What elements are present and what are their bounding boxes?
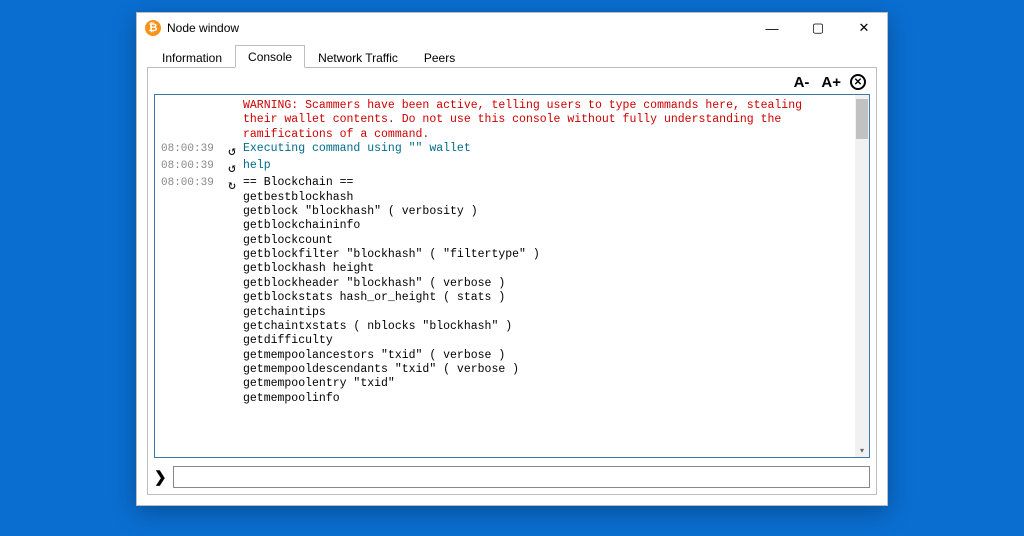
maximize-button[interactable]: ▢ (795, 13, 841, 43)
font-decrease-button[interactable]: A- (791, 75, 813, 90)
window-title: Node window (167, 21, 239, 35)
node-window: ₿ Node window — ▢ ✕ Information Console … (136, 12, 888, 506)
command-input[interactable] (173, 466, 870, 488)
line-text: help (243, 159, 855, 176)
command-bar: ❯ (154, 466, 870, 488)
line-timestamp: 08:00:39 (161, 159, 221, 176)
titlebar: ₿ Node window — ▢ ✕ (137, 13, 887, 43)
console-output: WARNING: Scammers have been active, tell… (154, 94, 870, 458)
line-text: Executing command using "" wallet (243, 142, 855, 159)
minimize-button[interactable]: — (749, 13, 795, 43)
app-icon: ₿ (145, 20, 161, 36)
tabstrip: Information Console Network Traffic Peer… (147, 43, 877, 67)
refresh-icon: ↺ (221, 142, 243, 159)
line-text: WARNING: Scammers have been active, tell… (243, 99, 855, 142)
console-scroll[interactable]: WARNING: Scammers have been active, tell… (155, 95, 869, 457)
console-line: 08:00:39 ↺ Executing command using "" wa… (161, 142, 855, 159)
line-timestamp (161, 99, 221, 142)
refresh-icon: ↻ (221, 176, 243, 406)
scroll-down-icon[interactable]: ▾ (855, 443, 869, 457)
refresh-icon: ↺ (221, 159, 243, 176)
line-timestamp: 08:00:39 (161, 142, 221, 159)
tab-network-traffic[interactable]: Network Traffic (305, 46, 411, 68)
line-text: == Blockchain == getbestblockhash getblo… (243, 176, 855, 406)
font-increase-button[interactable]: A+ (818, 75, 844, 90)
clear-console-button[interactable]: ✕ (850, 74, 866, 90)
line-icon (221, 99, 243, 142)
console-toolbar: A- A+ ✕ (154, 74, 870, 94)
close-button[interactable]: ✕ (841, 13, 887, 43)
scroll-thumb[interactable] (856, 99, 868, 139)
prompt-icon: ❯ (154, 468, 167, 486)
caption-buttons: — ▢ ✕ (749, 13, 887, 43)
tab-information[interactable]: Information (149, 46, 235, 68)
line-timestamp: 08:00:39 (161, 176, 221, 406)
console-line: 08:00:39 ↻ == Blockchain == getbestblock… (161, 176, 855, 406)
console-panel: A- A+ ✕ WARNING: Scammers have been acti… (147, 67, 877, 495)
client-area: Information Console Network Traffic Peer… (137, 43, 887, 505)
tab-peers[interactable]: Peers (411, 46, 468, 68)
console-line: 08:00:39 ↺ help (161, 159, 855, 176)
scrollbar[interactable]: ▴ ▾ (855, 95, 869, 457)
console-line-warning: WARNING: Scammers have been active, tell… (161, 99, 855, 142)
tab-console[interactable]: Console (235, 45, 305, 68)
